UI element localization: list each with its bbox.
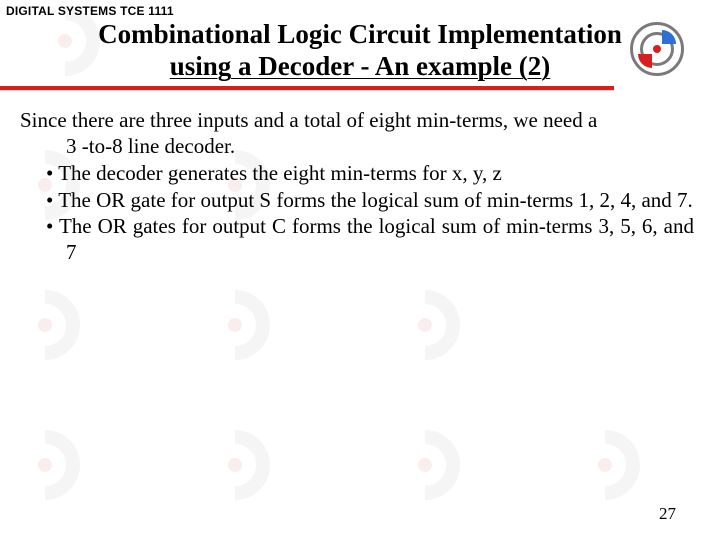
course-label: DIGITAL SYSTEMS TCE 1111	[6, 4, 174, 18]
page-number: 27	[659, 504, 676, 524]
lead-line-2: 3 -to-8 line decoder.	[20, 134, 694, 160]
list-item: The decoder generates the eight min-term…	[20, 161, 694, 187]
header: Combinational Logic Circuit Implementati…	[0, 18, 720, 83]
institution-logo	[630, 22, 684, 76]
list-item: The OR gate for output S forms the logic…	[20, 188, 694, 214]
title-line-1: Combinational Logic Circuit Implementati…	[98, 19, 622, 49]
body-content: Since there are three inputs and a total…	[20, 108, 694, 267]
title-line-2: using a Decoder - An example (2)	[170, 51, 550, 81]
bullet-list: The decoder generates the eight min-term…	[20, 161, 694, 265]
title-underline-rule	[0, 86, 614, 90]
slide: DIGITAL SYSTEMS TCE 1111 Combinational L…	[0, 0, 720, 540]
lead-line-1: Since there are three inputs and a total…	[20, 108, 597, 132]
lead-paragraph: Since there are three inputs and a total…	[20, 108, 694, 159]
page-title: Combinational Logic Circuit Implementati…	[60, 18, 660, 83]
list-item: The OR gates for output C forms the logi…	[20, 214, 694, 265]
